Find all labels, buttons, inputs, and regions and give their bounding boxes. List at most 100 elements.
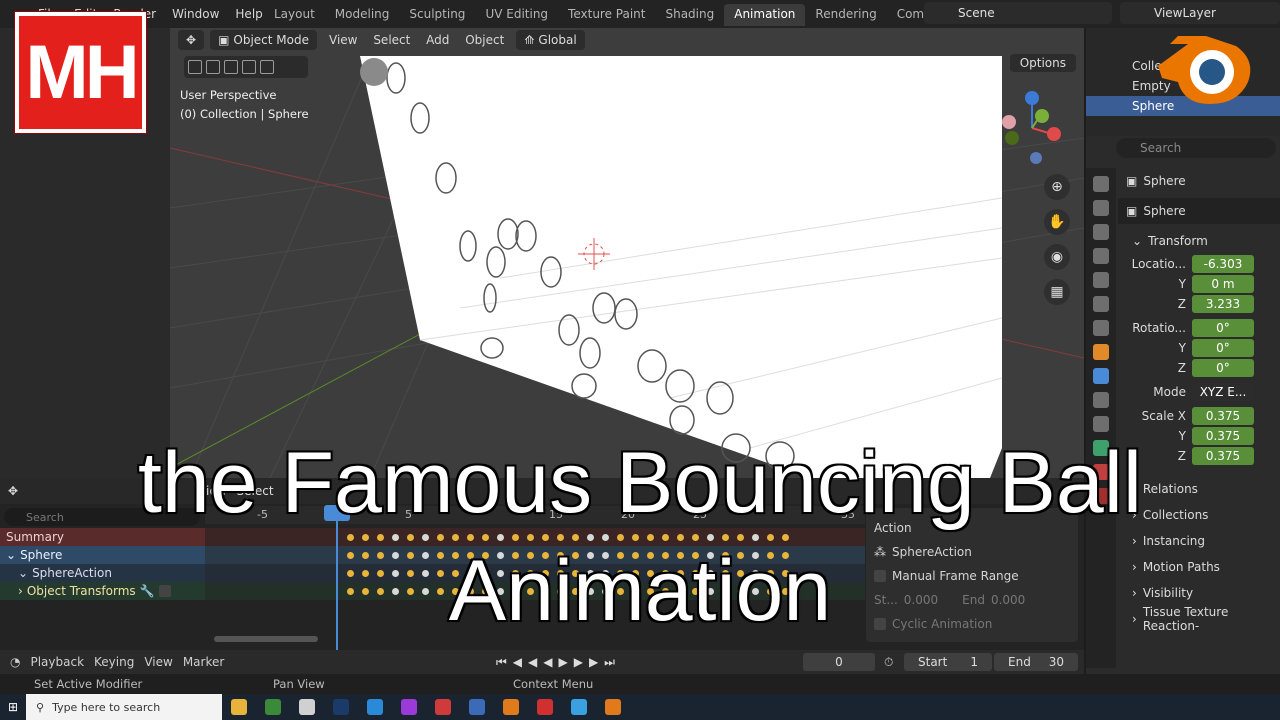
navigation-gizmo[interactable] [996, 88, 1066, 168]
neg-y-axis-icon[interactable] [1005, 131, 1019, 145]
sphere-object[interactable] [360, 58, 388, 86]
app-icon[interactable] [571, 699, 587, 715]
keyframe-dot[interactable] [632, 533, 639, 541]
rotation-x-field[interactable]: 0° [1192, 319, 1254, 337]
blender-taskbar-icon[interactable] [503, 699, 519, 715]
menu-window[interactable]: Window [164, 7, 227, 21]
particles-tab-icon[interactable] [1093, 392, 1109, 408]
rotation-mode-select[interactable]: XYZ E... [1192, 383, 1254, 401]
options-button[interactable]: Options [1009, 54, 1076, 72]
modifier-tab-icon[interactable] [1093, 368, 1109, 384]
chrome-icon[interactable] [265, 699, 281, 715]
pan-hand-icon[interactable]: ✋ [1044, 209, 1070, 235]
keyframe-dot[interactable] [587, 533, 594, 541]
tab-texture-paint[interactable]: Texture Paint [558, 4, 655, 26]
start-frame-field[interactable]: Start 1 [904, 653, 992, 671]
keyframe-dot[interactable] [467, 533, 474, 541]
keyframe-dot[interactable] [407, 533, 414, 541]
windows-start-icon[interactable]: ⊞ [0, 694, 26, 720]
camera-view-icon[interactable]: ◉ [1044, 244, 1070, 270]
keyframe-dot[interactable] [782, 533, 789, 541]
keyframe-dot[interactable] [767, 533, 774, 541]
horizontal-scrollbar[interactable] [214, 636, 318, 642]
keyframe-dot[interactable] [707, 533, 714, 541]
keyframe-dot[interactable] [512, 533, 519, 541]
viewport-menu-add[interactable]: Add [420, 33, 455, 47]
tab-uv-editing[interactable]: UV Editing [475, 4, 558, 26]
tab-sculpting[interactable]: Sculpting [399, 4, 475, 26]
keyframe-dot[interactable] [602, 533, 609, 541]
keyframe-dot[interactable] [452, 533, 459, 541]
location-y-field[interactable]: 0 m [1192, 275, 1254, 293]
keyframe-dot[interactable] [662, 533, 669, 541]
select-tool-icon[interactable] [188, 60, 202, 74]
current-frame-field[interactable]: 0 [803, 653, 875, 671]
end-frame-field[interactable]: End 30 [994, 653, 1078, 671]
rotation-z-field[interactable]: 0° [1192, 359, 1254, 377]
physics-tab-icon[interactable] [1093, 416, 1109, 432]
select-box-tools[interactable] [184, 56, 308, 78]
tab-rendering[interactable]: Rendering [805, 4, 886, 26]
file-explorer-icon[interactable] [231, 699, 247, 715]
affinity-icon[interactable] [401, 699, 417, 715]
menu-playback[interactable]: Playback [30, 655, 84, 669]
neg-x-axis-icon[interactable] [1002, 115, 1016, 129]
viewport-menu-select[interactable]: Select [367, 33, 416, 47]
keyframe-dot[interactable] [347, 533, 354, 541]
app-icon[interactable] [537, 699, 553, 715]
perspective-grid-icon[interactable]: ▦ [1044, 279, 1070, 305]
collection-tab-icon[interactable] [1093, 320, 1109, 336]
keyframe-dot[interactable] [647, 533, 654, 541]
scene-tab-icon[interactable] [1093, 272, 1109, 288]
mail-icon[interactable] [367, 699, 383, 715]
location-z-field[interactable]: 3.233 [1192, 295, 1254, 313]
scale-x-field[interactable]: 0.375 [1192, 407, 1254, 425]
keyframe-dot[interactable] [542, 533, 549, 541]
keyframe-dot[interactable] [422, 533, 429, 541]
render-tab-icon[interactable] [1093, 200, 1109, 216]
keyframe-dot[interactable] [572, 533, 579, 541]
keyframe-dot[interactable] [437, 533, 444, 541]
keyframe-dot[interactable] [497, 533, 504, 541]
tool-tab-icon[interactable] [1093, 176, 1109, 192]
keyframe-dot[interactable] [617, 533, 624, 541]
select-new-icon[interactable] [206, 60, 220, 74]
keyframe-dot[interactable] [722, 533, 729, 541]
3d-viewport[interactable]: ✥ ▣ Object Mode View Select Add Object ⟰… [170, 28, 1084, 478]
tab-layout[interactable]: Layout [264, 4, 325, 26]
keyframe-dot[interactable] [362, 533, 369, 541]
x-axis-icon[interactable] [1047, 127, 1061, 141]
scene-selector[interactable]: Scene [924, 2, 1112, 24]
z-axis-icon[interactable] [1025, 91, 1039, 105]
data-name-row[interactable]: ▣ Sphere [1118, 198, 1280, 224]
app-icon[interactable] [435, 699, 451, 715]
viewport-menu-view[interactable]: View [323, 33, 363, 47]
neg-z-axis-icon[interactable] [1030, 152, 1042, 164]
blender-active-icon[interactable] [605, 699, 621, 715]
zoom-icon[interactable]: ⊕ [1044, 174, 1070, 200]
output-tab-icon[interactable] [1093, 224, 1109, 240]
transport-controls[interactable]: ⏮◀◀◀▶▶▶⏭ [496, 655, 621, 670]
transform-panel-header[interactable]: ⌄ Transform [1118, 228, 1280, 254]
orientation-selector[interactable]: ⟰ Global [516, 30, 585, 50]
rotation-y-field[interactable]: 0° [1192, 339, 1254, 357]
view-layer-tab-icon[interactable] [1093, 248, 1109, 264]
tab-modeling[interactable]: Modeling [325, 4, 400, 26]
keyframe-dot[interactable] [557, 533, 564, 541]
keyframe-dot[interactable] [692, 533, 699, 541]
properties-search-input[interactable]: Search [1116, 138, 1276, 158]
clock-icon[interactable]: ◔ [10, 655, 20, 669]
keyframe-dot[interactable] [392, 533, 399, 541]
keyframe-dot[interactable] [752, 533, 759, 541]
reference-image-plane[interactable] [360, 56, 1002, 478]
notepad-icon[interactable] [299, 699, 315, 715]
mode-selector[interactable]: ▣ Object Mode [210, 30, 317, 50]
y-axis-icon[interactable] [1035, 109, 1049, 123]
globe-icon[interactable] [469, 699, 485, 715]
select-invert-icon[interactable] [260, 60, 274, 74]
select-extend-icon[interactable] [224, 60, 238, 74]
menu-view[interactable]: View [144, 655, 172, 669]
keyframe-dot[interactable] [527, 533, 534, 541]
photoshop-icon[interactable] [333, 699, 349, 715]
editor-type-button[interactable]: ✥ [178, 30, 205, 50]
